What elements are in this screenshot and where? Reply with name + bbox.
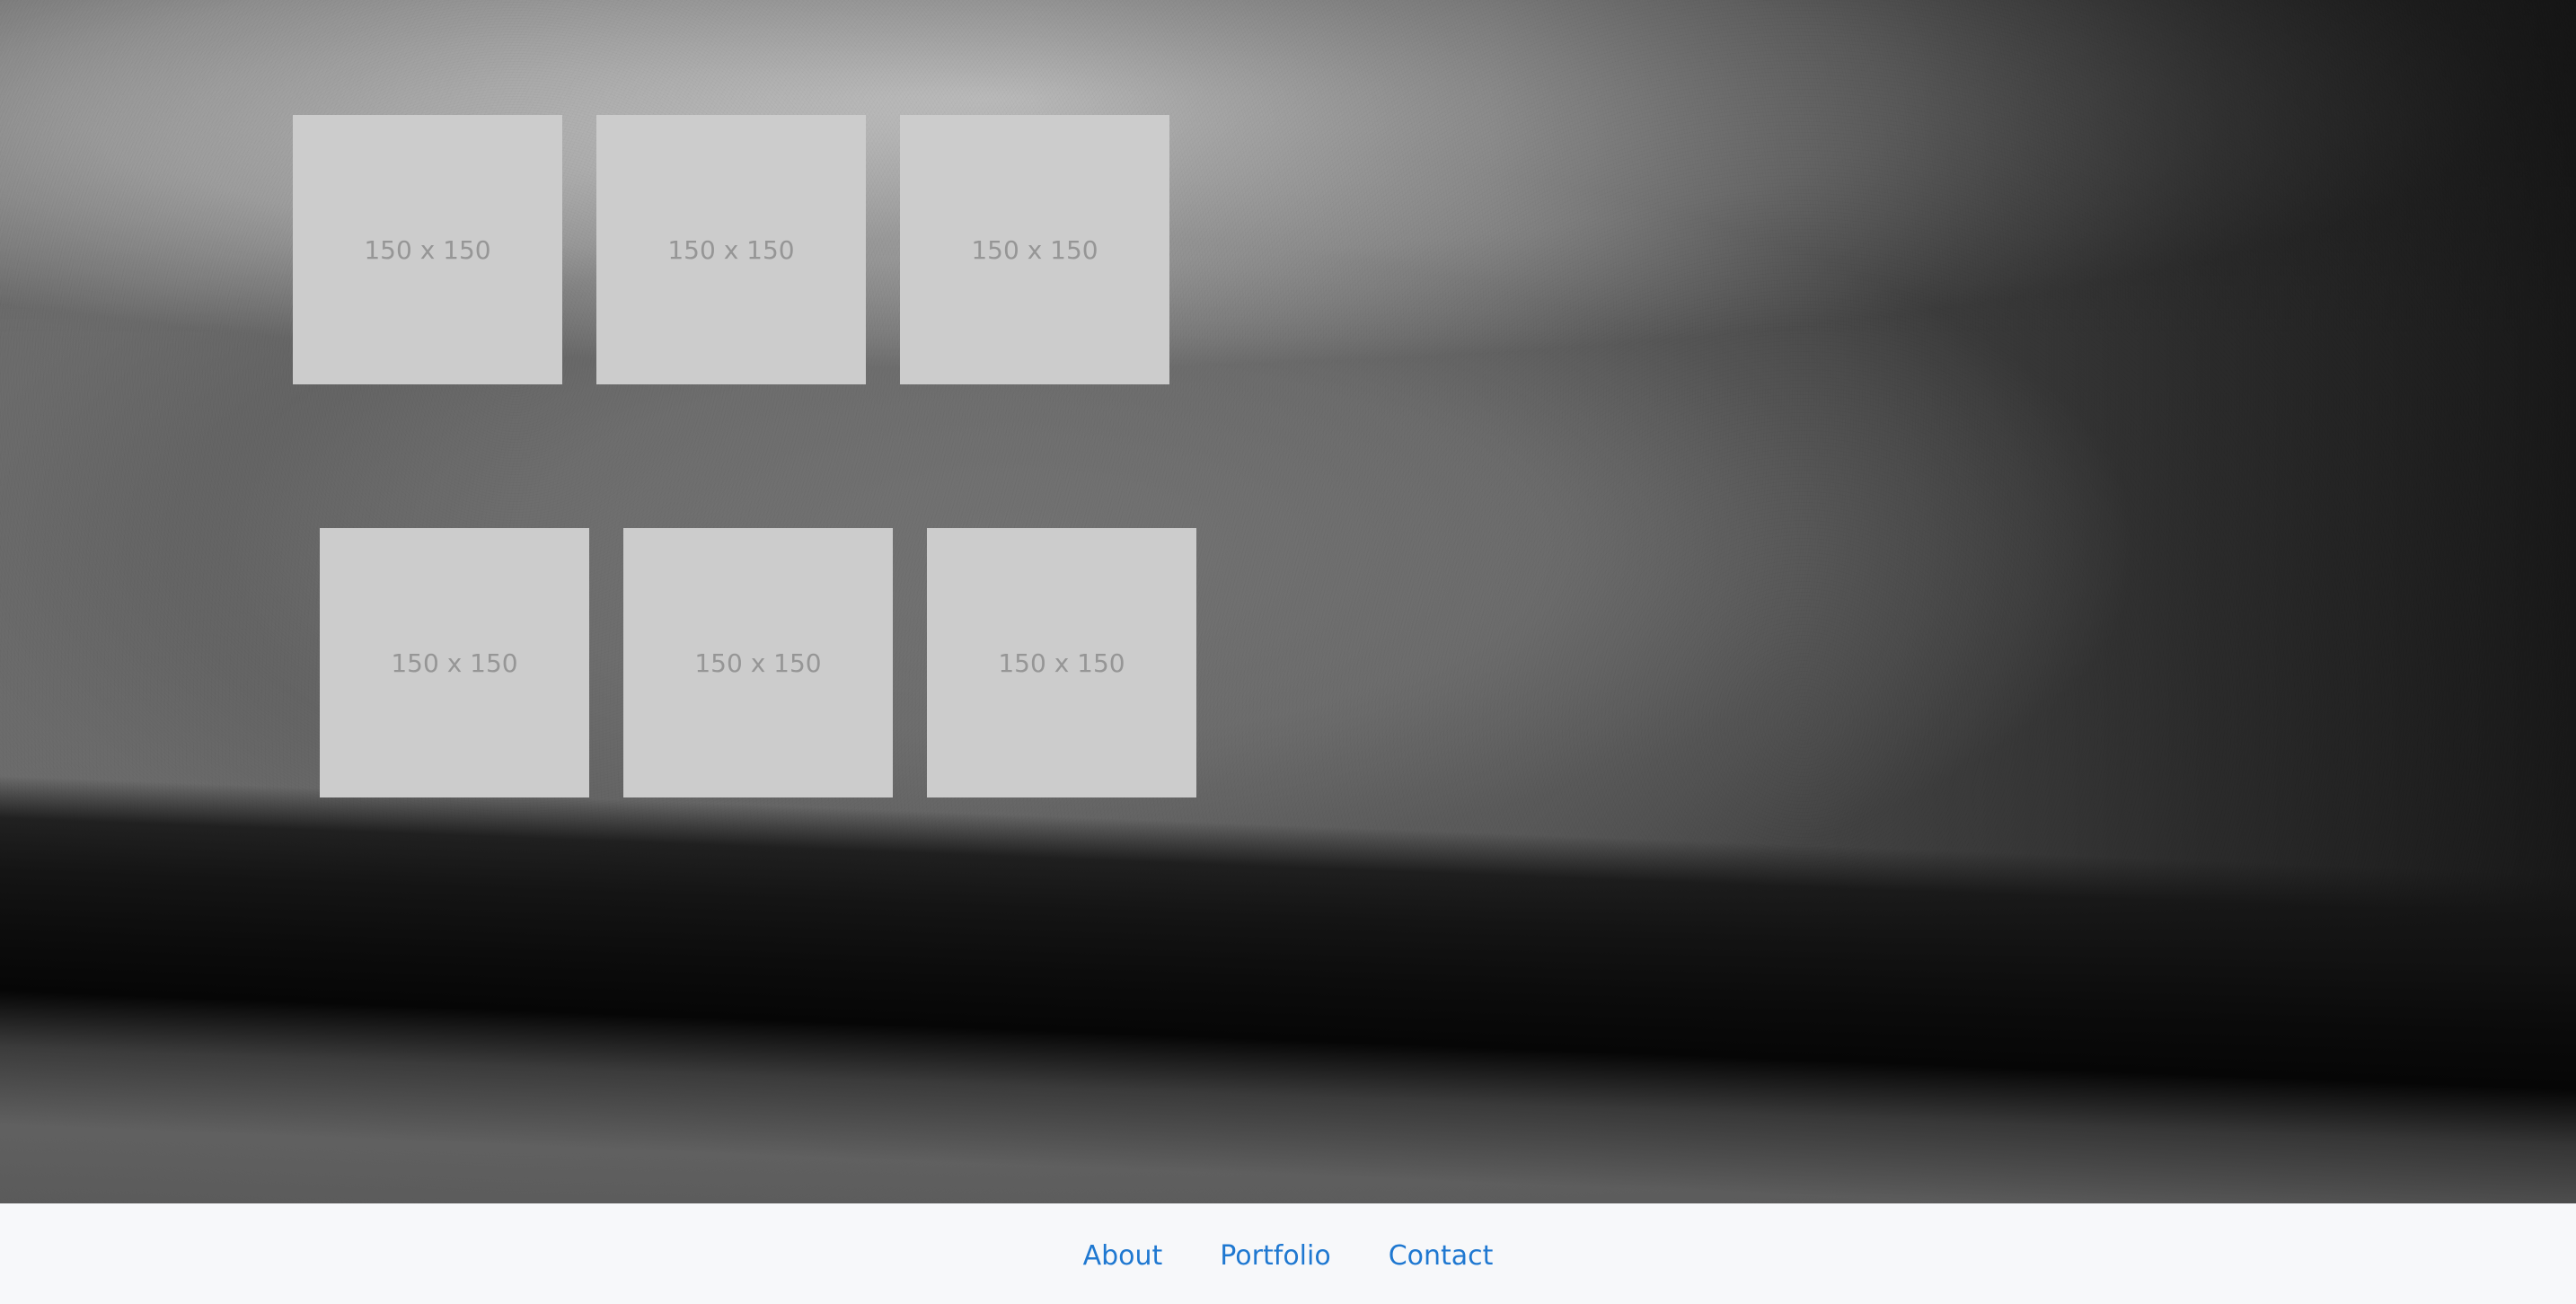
footer-navigation: About Portfolio Contact xyxy=(0,1203,2576,1304)
gallery-thumbnail-4[interactable]: 150 x 150 xyxy=(320,528,589,797)
gallery-thumbnail-6[interactable]: 150 x 150 xyxy=(927,528,1196,797)
thumbnail-label: 150 x 150 xyxy=(667,234,795,265)
footer-link-portfolio[interactable]: Portfolio xyxy=(1220,1237,1330,1272)
gallery-thumbnail-5[interactable]: 150 x 150 xyxy=(623,528,893,797)
thumbnail-label: 150 x 150 xyxy=(694,648,822,678)
thumbnail-label: 150 x 150 xyxy=(391,648,518,678)
thumbnail-label: 150 x 150 xyxy=(971,234,1098,265)
gallery-thumbnail-3[interactable]: 150 x 150 xyxy=(900,115,1169,384)
thumbnail-label: 150 x 150 xyxy=(998,648,1125,678)
gallery-thumbnail-1[interactable]: 150 x 150 xyxy=(293,115,562,384)
footer-link-about[interactable]: About xyxy=(1083,1237,1163,1272)
footer-link-contact[interactable]: Contact xyxy=(1389,1237,1494,1272)
gallery-thumbnail-2[interactable]: 150 x 150 xyxy=(596,115,866,384)
thumbnail-label: 150 x 150 xyxy=(364,234,491,265)
